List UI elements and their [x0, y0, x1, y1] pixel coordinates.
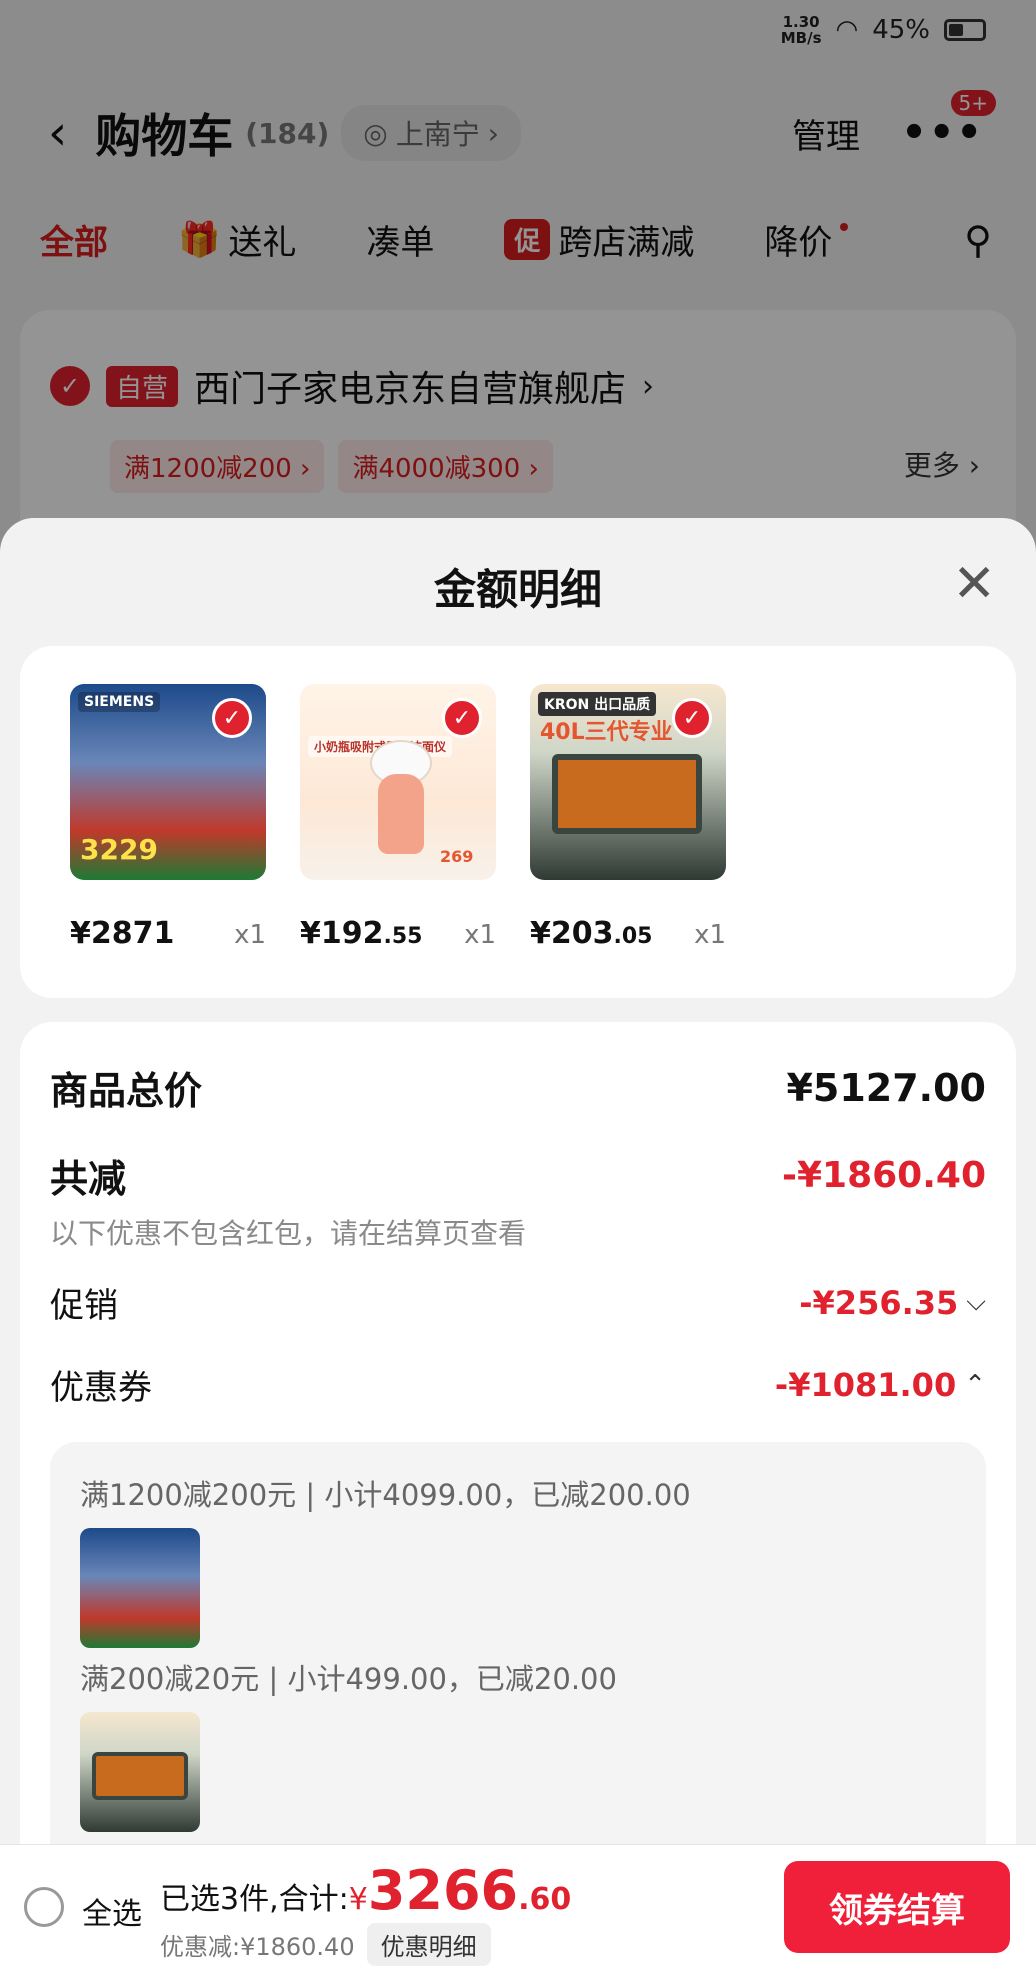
cleanser-image: 小奶瓶吸附式震动洁面仪 269 ✓ — [300, 684, 496, 880]
reduce-value: -¥1860.40 — [782, 1155, 986, 1196]
total-amount: 3266 — [367, 1859, 519, 1922]
close-icon[interactable]: ✕ — [952, 554, 996, 614]
total-label: 商品总价 — [50, 1069, 203, 1113]
total-value: ¥5127.00 — [786, 1065, 986, 1110]
promo-value: -¥256.35 — [799, 1283, 959, 1322]
product-price: ¥192.55 — [300, 916, 423, 951]
discount-detail-button[interactable]: 优惠明细 — [366, 1923, 491, 1966]
dishwasher-image: SIEMENS 3229 ✓ — [70, 684, 266, 880]
product-price: ¥203.05 — [530, 916, 653, 951]
reduce-note: 以下优惠不包含红包，请在结算页查看 — [50, 1217, 527, 1250]
product-qty: x1 — [234, 920, 266, 950]
coupon-line: 满200减20元 | 小计499.00，已减20.00 — [80, 1662, 617, 1696]
oven-image — [80, 1712, 200, 1832]
product-qty: x1 — [694, 920, 726, 950]
coupon-label: 优惠券 — [50, 1368, 152, 1408]
total-summary: 已选3件,合计: ¥ 3266 .60 — [160, 1859, 571, 1922]
select-all-radio[interactable] — [24, 1887, 64, 1927]
currency-symbol: ¥ — [348, 1882, 368, 1917]
checkout-bar: 全选 已选3件,合计: ¥ 3266 .60 优惠减:¥1860.40 优惠明细… — [0, 1844, 1036, 1968]
total-decimal: .60 — [518, 1882, 572, 1917]
reduce-row: 共减 -¥1860.40 — [50, 1148, 986, 1203]
dishwasher-image — [80, 1528, 200, 1648]
dim-overlay[interactable] — [0, 0, 1036, 560]
checkout-button[interactable]: 领券结算 — [784, 1861, 1010, 1953]
reduce-label: 共减 — [50, 1157, 127, 1201]
sheet-title: 金额明细 — [433, 565, 602, 614]
amount-detail-sheet: 金额明细 ✕ SIEMENS 3229 ✓ ¥2871 x1 小奶瓶吸附式震动洁… — [0, 518, 1036, 1968]
coupon-value: -¥1081.00 — [774, 1365, 957, 1404]
selected-check-icon: ✓ — [442, 698, 482, 738]
select-all-label[interactable]: 全选 — [82, 1889, 142, 1933]
amount-breakdown: 商品总价 ¥5127.00 共减 -¥1860.40 以下优惠不包含红包，请在结… — [20, 1022, 1016, 1968]
selected-check-icon: ✓ — [672, 698, 712, 738]
product-price: ¥2871 — [70, 916, 175, 951]
chevron-up-icon: ⌃ — [964, 1369, 986, 1400]
total-row: 商品总价 ¥5127.00 — [50, 1060, 986, 1115]
product-qty: x1 — [464, 920, 496, 950]
product-item[interactable]: KRON 出口品质 40L三代专业 ✓ ¥203.05 x1 — [530, 684, 726, 951]
promo-row[interactable]: 促销 -¥256.35 ⌵ — [50, 1278, 986, 1327]
selected-count: 已选3件,合计: — [160, 1882, 349, 1917]
selected-check-icon: ✓ — [212, 698, 252, 738]
coupon-line: 满1200减200元 | 小计4099.00，已减200.00 — [80, 1478, 691, 1512]
coupon-row[interactable]: 优惠券 -¥1081.00 ⌃ — [50, 1360, 986, 1409]
oven-image: KRON 出口品质 40L三代专业 ✓ — [530, 684, 726, 880]
product-item[interactable]: SIEMENS 3229 ✓ ¥2871 x1 — [70, 684, 266, 951]
promo-label: 促销 — [50, 1286, 118, 1326]
chevron-down-icon: ⌵ — [966, 1287, 986, 1317]
product-item[interactable]: 小奶瓶吸附式震动洁面仪 269 ✓ ¥192.55 x1 — [300, 684, 496, 951]
product-strip: SIEMENS 3229 ✓ ¥2871 x1 小奶瓶吸附式震动洁面仪 269 … — [20, 646, 1016, 998]
discount-summary: 优惠减:¥1860.40 — [160, 1933, 355, 1961]
